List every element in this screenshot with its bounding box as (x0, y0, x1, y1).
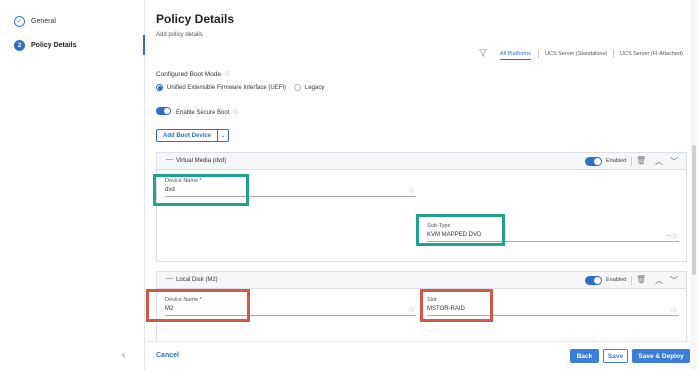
active-step-indicator (143, 35, 145, 55)
step-label: Policy Details (31, 42, 77, 49)
collapse-dash-icon[interactable]: — (166, 156, 173, 163)
add-boot-device-label: Add Boot Device (157, 130, 219, 141)
divider (631, 276, 632, 285)
save-and-deploy-button[interactable]: Save & Deploy (632, 349, 690, 363)
enabled-label: Enabled (606, 277, 627, 283)
filter-icon[interactable] (478, 49, 488, 57)
check-icon: ✓ (14, 16, 25, 27)
secure-boot-label-text: Enable Secure Boot (176, 110, 230, 116)
boot-mode-label-text: Configured Boot Mode (156, 71, 222, 78)
trash-icon[interactable]: 🗑 (636, 275, 646, 284)
radio-uefi[interactable]: Unified Extensible Firmware Interface (U… (156, 84, 286, 91)
highlight-box-slot (420, 289, 493, 322)
radio-label: Unified Extensible Firmware Interface (U… (167, 84, 287, 91)
save-button[interactable]: Save (603, 349, 628, 363)
highlight-box-device-name-dvd (153, 174, 249, 206)
chevron-down-icon[interactable]: ⌄ (218, 130, 228, 141)
back-button[interactable]: Back (570, 349, 599, 363)
main-content: Policy Details Add policy details All Pl… (146, 0, 698, 370)
highlight-box-device-name-m2 (146, 289, 250, 322)
info-icon[interactable]: ⓘ (671, 306, 677, 314)
radio-dot (156, 84, 163, 91)
add-boot-device-button[interactable]: Add Boot Device ⌄ (156, 129, 230, 142)
enabled-toggle[interactable] (585, 157, 602, 166)
divider (631, 157, 632, 166)
enabled-toggle[interactable] (585, 276, 602, 285)
collapse-dash-icon[interactable]: — (166, 275, 173, 282)
cancel-button[interactable]: Cancel (156, 352, 179, 359)
radio-label: Legacy (305, 84, 325, 91)
page-title: Policy Details (156, 12, 235, 26)
step-number: 2 (14, 40, 25, 51)
wizard-sidebar: ✓ General 2 Policy Details ‹ (0, 0, 145, 370)
radio-dot (294, 84, 301, 91)
info-icon[interactable]: ⓘ (671, 232, 677, 240)
boot-mode-label: Configured Boot Mode ⓘ (156, 70, 230, 78)
info-icon[interactable]: ⓘ (408, 306, 414, 314)
secure-boot-label: Enable Secure Boot ⓘ (176, 108, 239, 116)
collapse-sidebar-icon[interactable]: ‹ (122, 350, 125, 361)
chevron-up-icon[interactable]: ︿ (655, 275, 663, 286)
tab-divider (613, 50, 614, 58)
chevron-down-icon[interactable]: ﹀ (670, 156, 678, 167)
tab-divider (538, 50, 539, 58)
step-general[interactable]: ✓ General (14, 16, 56, 27)
tab-all-platforms[interactable]: All Platforms (500, 51, 531, 60)
highlight-box-sub-type (416, 214, 505, 246)
panel-header: — Virtual Media (dvd) Enabled 🗑 ︿ ﹀ (157, 153, 686, 170)
panel-header: — Local Disk (M2) Enabled 🗑 ︿ ﹀ (157, 272, 686, 289)
radio-legacy[interactable]: Legacy (294, 84, 324, 91)
footer-bar: Cancel Back Save Save & Deploy (146, 341, 698, 370)
trash-icon[interactable]: 🗑 (636, 156, 646, 165)
step-policy-details[interactable]: 2 Policy Details (14, 40, 77, 51)
chevron-up-icon[interactable]: ︿ (655, 156, 663, 167)
tab-ucs-fi-attached[interactable]: UCS Server (FI-Attached) (620, 51, 683, 57)
scrollbar-thumb[interactable] (692, 145, 696, 275)
secure-boot-toggle[interactable] (156, 107, 171, 115)
page-subtitle: Add policy details (156, 32, 203, 38)
info-icon[interactable]: ⓘ (225, 72, 231, 78)
chevron-down-icon[interactable]: ﹀ (670, 275, 678, 286)
step-label: General (31, 18, 56, 25)
chevron-down-icon[interactable]: ⌄ (666, 232, 671, 238)
enabled-label: Enabled (606, 158, 627, 164)
panel-title: Local Disk (M2) (176, 277, 218, 283)
tab-ucs-standalone[interactable]: UCS Server (Standalone) (545, 51, 607, 57)
info-icon[interactable]: ⓘ (233, 110, 239, 116)
info-icon[interactable]: ⓘ (408, 187, 414, 195)
panel-title: Virtual Media (dvd) (176, 158, 227, 164)
